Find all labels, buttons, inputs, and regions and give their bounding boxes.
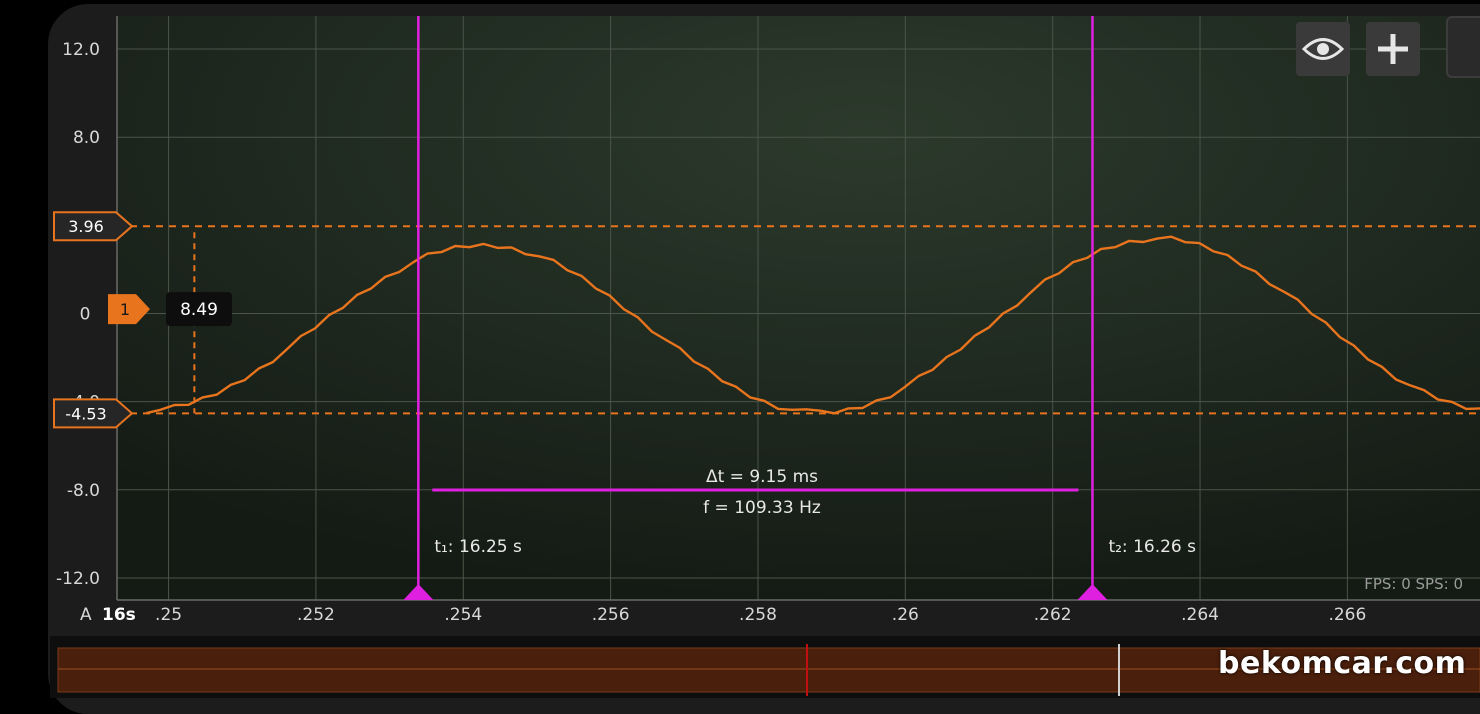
x-tick-label: .264 — [1181, 605, 1219, 625]
trigger-value-label: 8.49 — [180, 300, 218, 320]
time-base-label: 16s — [102, 605, 136, 625]
oscilloscope-chart[interactable]: t₁: 16.25 st₂: 16.26 s 12.08.00-4.0-8.0-… — [0, 0, 1480, 705]
add-button[interactable] — [1366, 22, 1420, 76]
x-tick-label: .262 — [1034, 605, 1072, 625]
fps-sps-readout: FPS: 0 SPS: 0 — [1364, 575, 1463, 593]
delta-t-label: Δt = 9.15 ms — [706, 467, 818, 487]
x-tick-label: .254 — [444, 605, 482, 625]
x-tick-label: .252 — [297, 605, 335, 625]
x-tick-label: .258 — [739, 605, 777, 625]
level-marker-label: -4.53 — [65, 404, 106, 423]
plus-icon — [1376, 32, 1410, 66]
y-tick-label: 0 — [80, 305, 91, 325]
scope-screen: t₁: 16.25 st₂: 16.26 s 12.08.00-4.0-8.0-… — [0, 0, 1480, 705]
cursor-t1-label: t₁: 16.25 s — [434, 537, 522, 557]
eye-icon — [1302, 36, 1344, 62]
y-tick-label: 12.0 — [62, 40, 100, 60]
x-tick-label: .256 — [592, 605, 630, 625]
eye-button[interactable] — [1296, 22, 1350, 76]
x-axis-labels: .25 .252 .254 .256 .258 .26 .262 .264 .266 — [155, 605, 1366, 625]
x-tick-label: .266 — [1328, 605, 1366, 625]
x-tick-label: .25 — [155, 605, 182, 625]
y-tick-label: 8.0 — [73, 128, 100, 148]
cursor-t2-label: t₂: 16.26 s — [1108, 537, 1196, 557]
side-panel-handle[interactable] — [1446, 16, 1480, 78]
y-tick-label: -12.0 — [56, 569, 100, 589]
y-axis-labels: 12.08.00-4.0-8.0-12.0 — [56, 40, 100, 589]
x-tick-label: .26 — [892, 605, 919, 625]
level-marker-label: 3.96 — [68, 217, 104, 236]
y-tick-label: -8.0 — [67, 481, 100, 501]
channel-letter: A — [80, 605, 92, 625]
channel-marker-label: 1 — [120, 300, 130, 319]
frequency-label: f = 109.33 Hz — [703, 498, 821, 518]
watermark: bekomcar.com — [1218, 646, 1466, 681]
